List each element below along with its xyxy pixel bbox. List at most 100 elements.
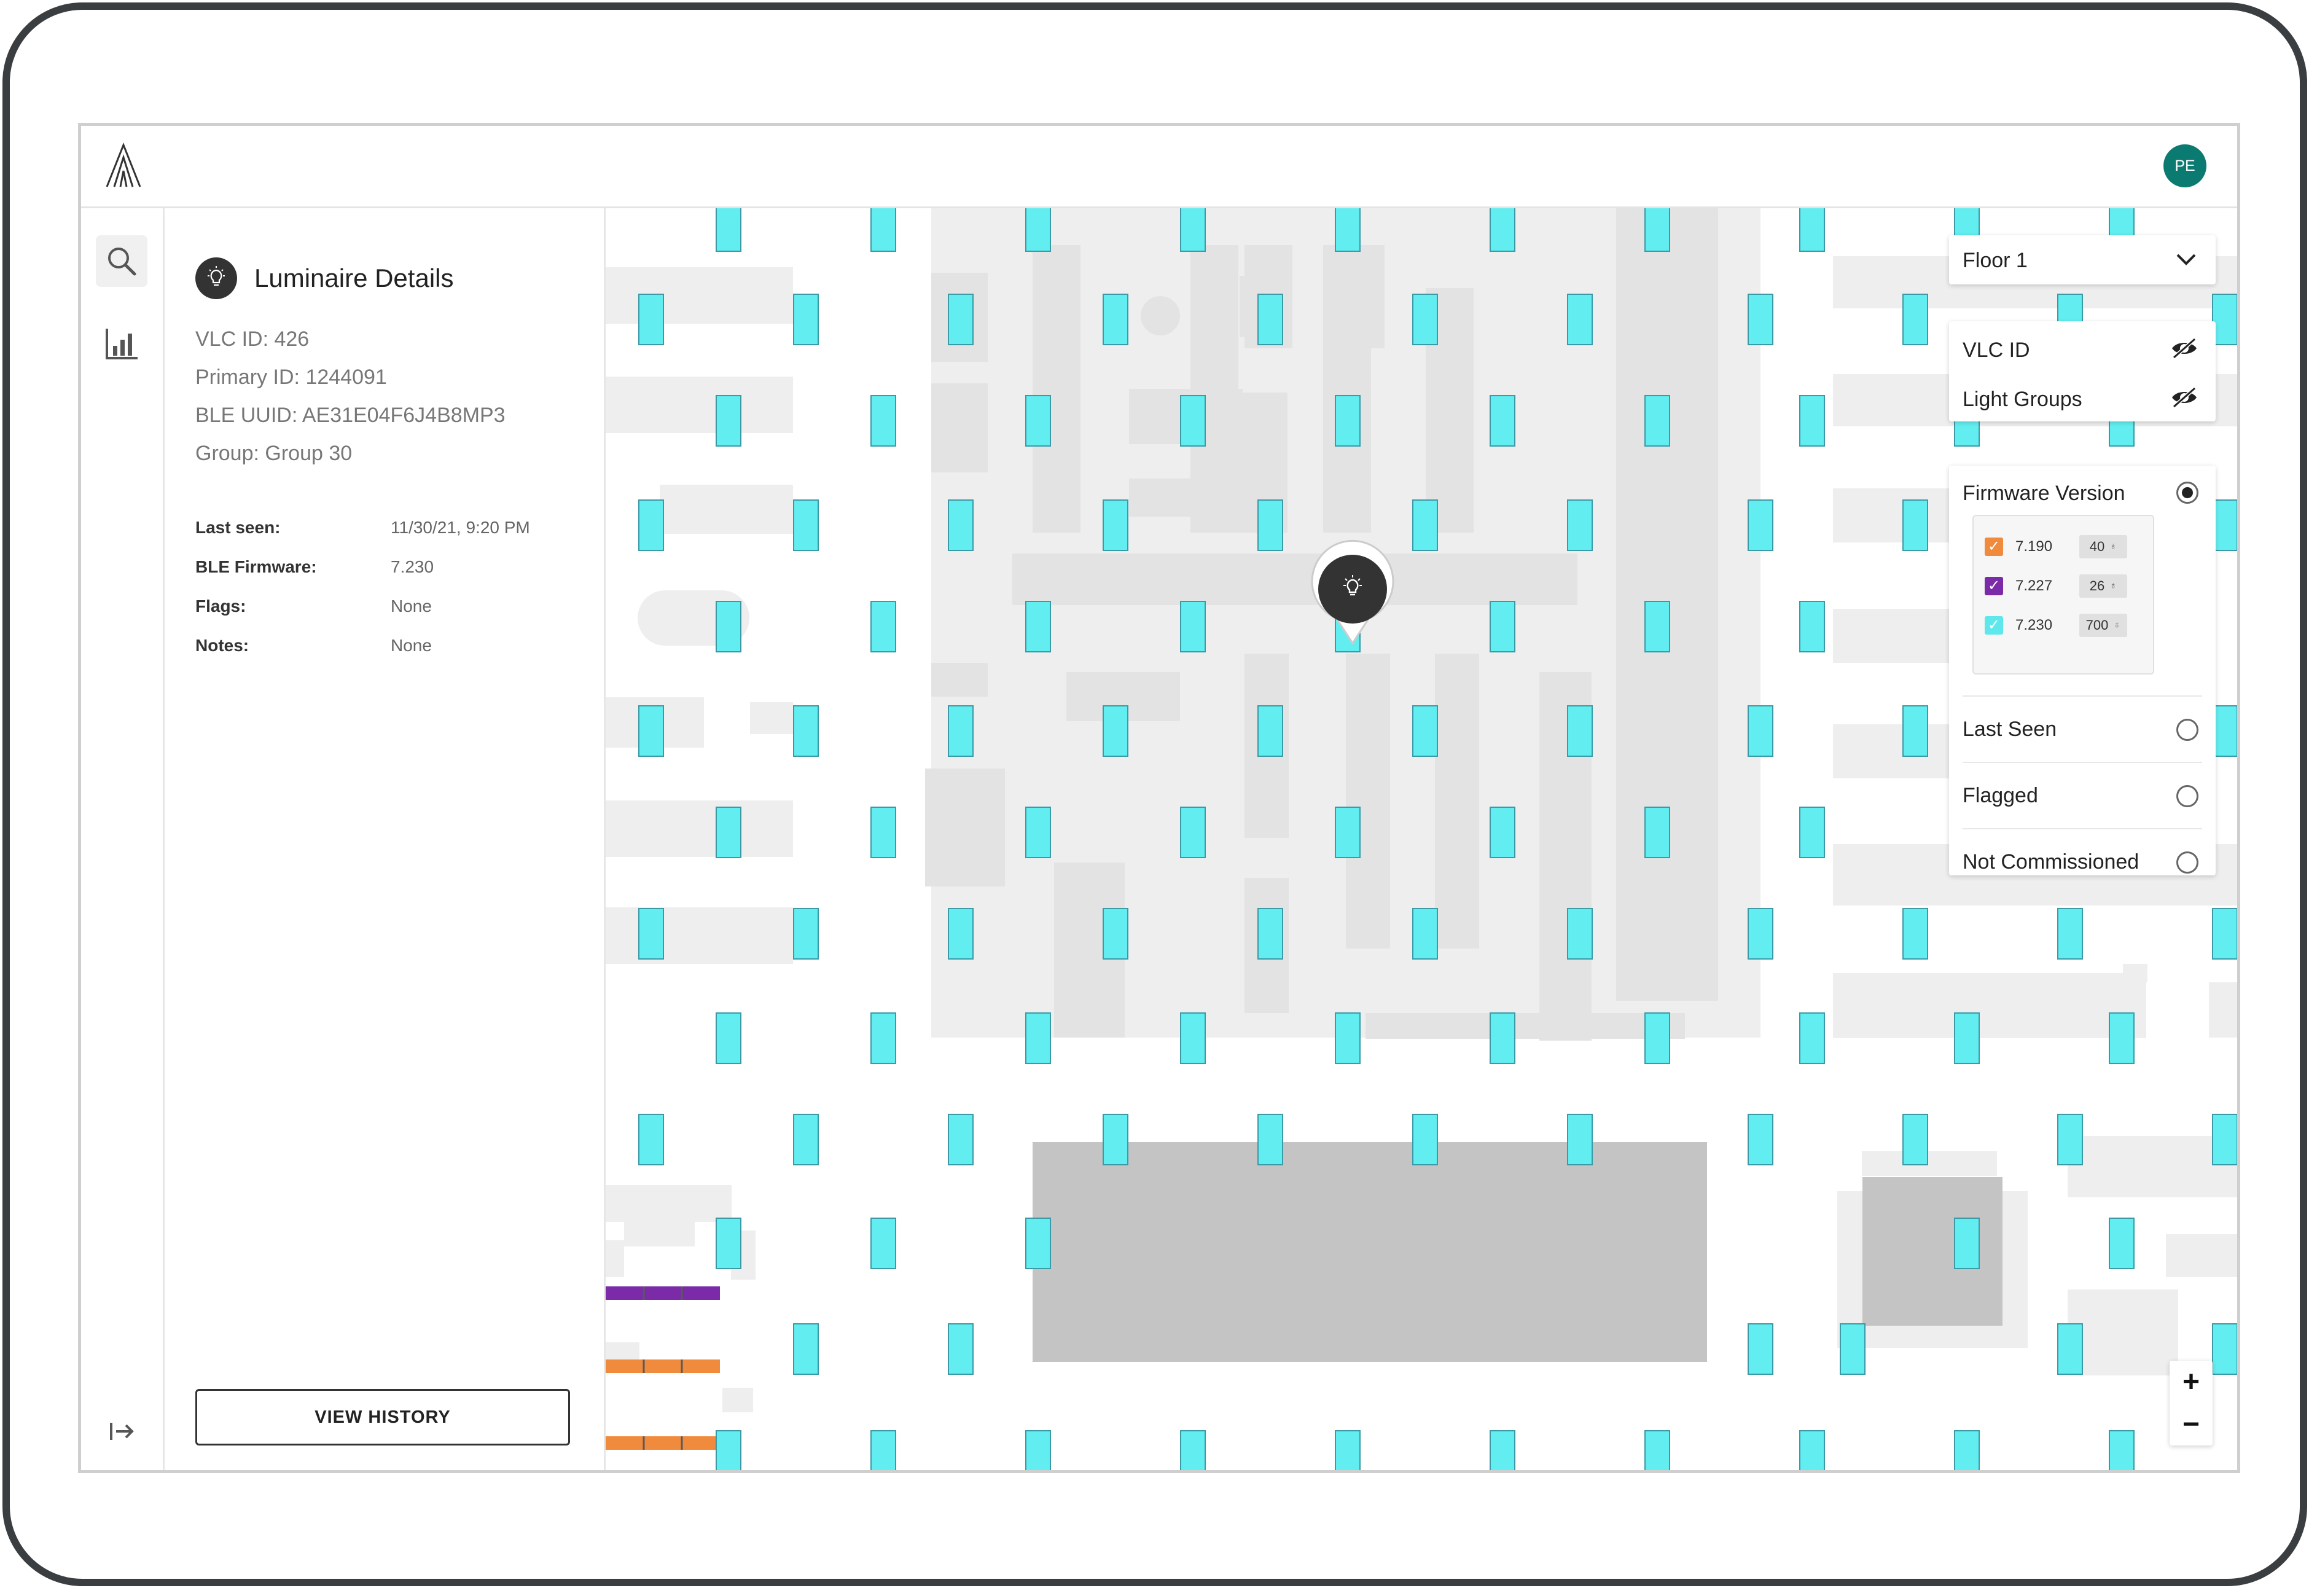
- luminaire-fixture[interactable]: [948, 1323, 974, 1375]
- luminaire-fixture[interactable]: [1412, 294, 1438, 345]
- luminaire-fixture[interactable]: [2212, 1323, 2237, 1375]
- luminaire-fixture[interactable]: [638, 705, 664, 757]
- luminaire-fixture[interactable]: [1257, 705, 1283, 757]
- luminaire-fixture[interactable]: [2109, 1430, 2135, 1470]
- luminaire-fixture[interactable]: [1567, 499, 1593, 551]
- luminaire-fixture[interactable]: [1490, 208, 1515, 252]
- luminaire-fixture[interactable]: [1799, 1012, 1825, 1064]
- luminaire-fixture[interactable]: [1902, 908, 1928, 960]
- luminaire-fixture[interactable]: [1025, 1012, 1051, 1064]
- luminaire-fixture[interactable]: [870, 395, 896, 447]
- last-seen-radio[interactable]: [2176, 719, 2198, 741]
- luminaire-fixture[interactable]: [1180, 395, 1206, 447]
- luminaire-fixture[interactable]: [2109, 1218, 2135, 1269]
- luminaire-fixture[interactable]: [948, 499, 974, 551]
- luminaire-fixture[interactable]: [716, 208, 741, 252]
- floor-selector[interactable]: Floor 1: [1949, 235, 2216, 284]
- luminaire-fixture[interactable]: [638, 908, 664, 960]
- luminaire-fixture[interactable]: [870, 601, 896, 652]
- luminaire-fixture[interactable]: [948, 908, 974, 960]
- luminaire-fixture[interactable]: [1644, 601, 1670, 652]
- luminaire-fixture[interactable]: [1799, 601, 1825, 652]
- luminaire-fixture[interactable]: [1748, 294, 1773, 345]
- luminaire-fixture[interactable]: [716, 807, 741, 858]
- luminaire-fixture[interactable]: [870, 1430, 896, 1470]
- luminaire-fixture[interactable]: [1335, 208, 1361, 252]
- luminaire-fixture[interactable]: [638, 1114, 664, 1165]
- luminaire-fixture[interactable]: [793, 294, 819, 345]
- luminaire-fixture[interactable]: [2057, 908, 2083, 960]
- luminaire-fixture[interactable]: [1025, 208, 1051, 252]
- luminaire-fixture[interactable]: [2212, 705, 2237, 757]
- app-logo[interactable]: [104, 142, 143, 192]
- luminaire-fixture[interactable]: [1103, 1114, 1128, 1165]
- luminaire-fixture[interactable]: [1335, 1430, 1361, 1470]
- luminaire-fixture[interactable]: [1335, 807, 1361, 858]
- luminaire-fixture[interactable]: [1748, 705, 1773, 757]
- view-history-button[interactable]: VIEW HISTORY: [195, 1389, 570, 1445]
- luminaire-fixture[interactable]: [948, 1114, 974, 1165]
- luminaire-fixture[interactable]: [1490, 1012, 1515, 1064]
- luminaire-fixture[interactable]: [1412, 705, 1438, 757]
- luminaire-fixture[interactable]: [793, 1114, 819, 1165]
- luminaire-fixture[interactable]: [1902, 705, 1928, 757]
- eye-off-icon[interactable]: [2170, 386, 2198, 409]
- luminaire-fixture[interactable]: [716, 1218, 741, 1269]
- checkbox-checked-icon[interactable]: ✓: [1985, 538, 2003, 556]
- luminaire-fixture[interactable]: [2212, 908, 2237, 960]
- firmware-version-radio[interactable]: [2176, 482, 2198, 504]
- luminaire-fixture[interactable]: [1748, 499, 1773, 551]
- luminaire-fixture[interactable]: [793, 705, 819, 757]
- luminaire-fixture[interactable]: [1103, 294, 1128, 345]
- luminaire-fixture[interactable]: [1644, 807, 1670, 858]
- not-commissioned-radio[interactable]: [2176, 851, 2198, 874]
- luminaire-fixture[interactable]: [2212, 499, 2237, 551]
- luminaire-fixture[interactable]: [1954, 1218, 1980, 1269]
- floor-map[interactable]: Floor 1 VLC ID Light Groups Firmware Ver…: [606, 208, 2237, 1470]
- luminaire-fixture[interactable]: [1490, 807, 1515, 858]
- luminaire-fixture[interactable]: [793, 1323, 819, 1375]
- analytics-nav-button[interactable]: [96, 318, 147, 369]
- luminaire-fixture[interactable]: [1799, 208, 1825, 252]
- luminaire-fixture[interactable]: [1567, 1114, 1593, 1165]
- luminaire-fixture[interactable]: [1902, 1114, 1928, 1165]
- luminaire-fixture[interactable]: [1644, 395, 1670, 447]
- legend-row[interactable]: ✓ 7.230 700 ♁: [1985, 612, 2127, 639]
- luminaire-fixture[interactable]: [1799, 395, 1825, 447]
- luminaire-fixture[interactable]: [716, 395, 741, 447]
- luminaire-fixture[interactable]: [1567, 705, 1593, 757]
- user-avatar[interactable]: PE: [2163, 144, 2206, 187]
- luminaire-fixture[interactable]: [1412, 1114, 1438, 1165]
- luminaire-fixture[interactable]: [1748, 1323, 1773, 1375]
- luminaire-fixture[interactable]: [948, 705, 974, 757]
- luminaire-fixture[interactable]: [1412, 908, 1438, 960]
- eye-off-icon[interactable]: [2170, 337, 2198, 359]
- legend-row[interactable]: ✓ 7.190 40 ♁: [1985, 533, 2127, 560]
- luminaire-fixture[interactable]: [1103, 499, 1128, 551]
- luminaire-fixture[interactable]: [2109, 1012, 2135, 1064]
- luminaire-fixture[interactable]: [2212, 294, 2237, 345]
- luminaire-fixture[interactable]: [2057, 1323, 2083, 1375]
- luminaire-fixture[interactable]: [1180, 807, 1206, 858]
- luminaire-fixture[interactable]: [1799, 807, 1825, 858]
- luminaire-fixture[interactable]: [870, 1012, 896, 1064]
- luminaire-fixture[interactable]: [793, 908, 819, 960]
- luminaire-fixture[interactable]: [1180, 1430, 1206, 1470]
- luminaire-fixture[interactable]: [638, 499, 664, 551]
- luminaire-fixture[interactable]: [1567, 908, 1593, 960]
- luminaire-fixture[interactable]: [1954, 1430, 1980, 1470]
- luminaire-fixture[interactable]: [793, 499, 819, 551]
- luminaire-fixture[interactable]: [1840, 1323, 1866, 1375]
- luminaire-fixture[interactable]: [1180, 1012, 1206, 1064]
- zoom-out-button[interactable]: −: [2170, 1403, 2213, 1445]
- luminaire-fixture[interactable]: [1335, 1012, 1361, 1064]
- luminaire-fixture[interactable]: [1025, 601, 1051, 652]
- luminaire-fixture[interactable]: [1025, 807, 1051, 858]
- luminaire-fixture[interactable]: [1799, 1430, 1825, 1470]
- luminaire-fixture[interactable]: [1490, 601, 1515, 652]
- checkbox-checked-icon[interactable]: ✓: [1985, 616, 2003, 635]
- luminaire-fixture[interactable]: [2212, 1114, 2237, 1165]
- luminaire-fixture[interactable]: [1257, 908, 1283, 960]
- luminaire-fixture[interactable]: [716, 1430, 741, 1470]
- luminaire-fixture[interactable]: [870, 208, 896, 252]
